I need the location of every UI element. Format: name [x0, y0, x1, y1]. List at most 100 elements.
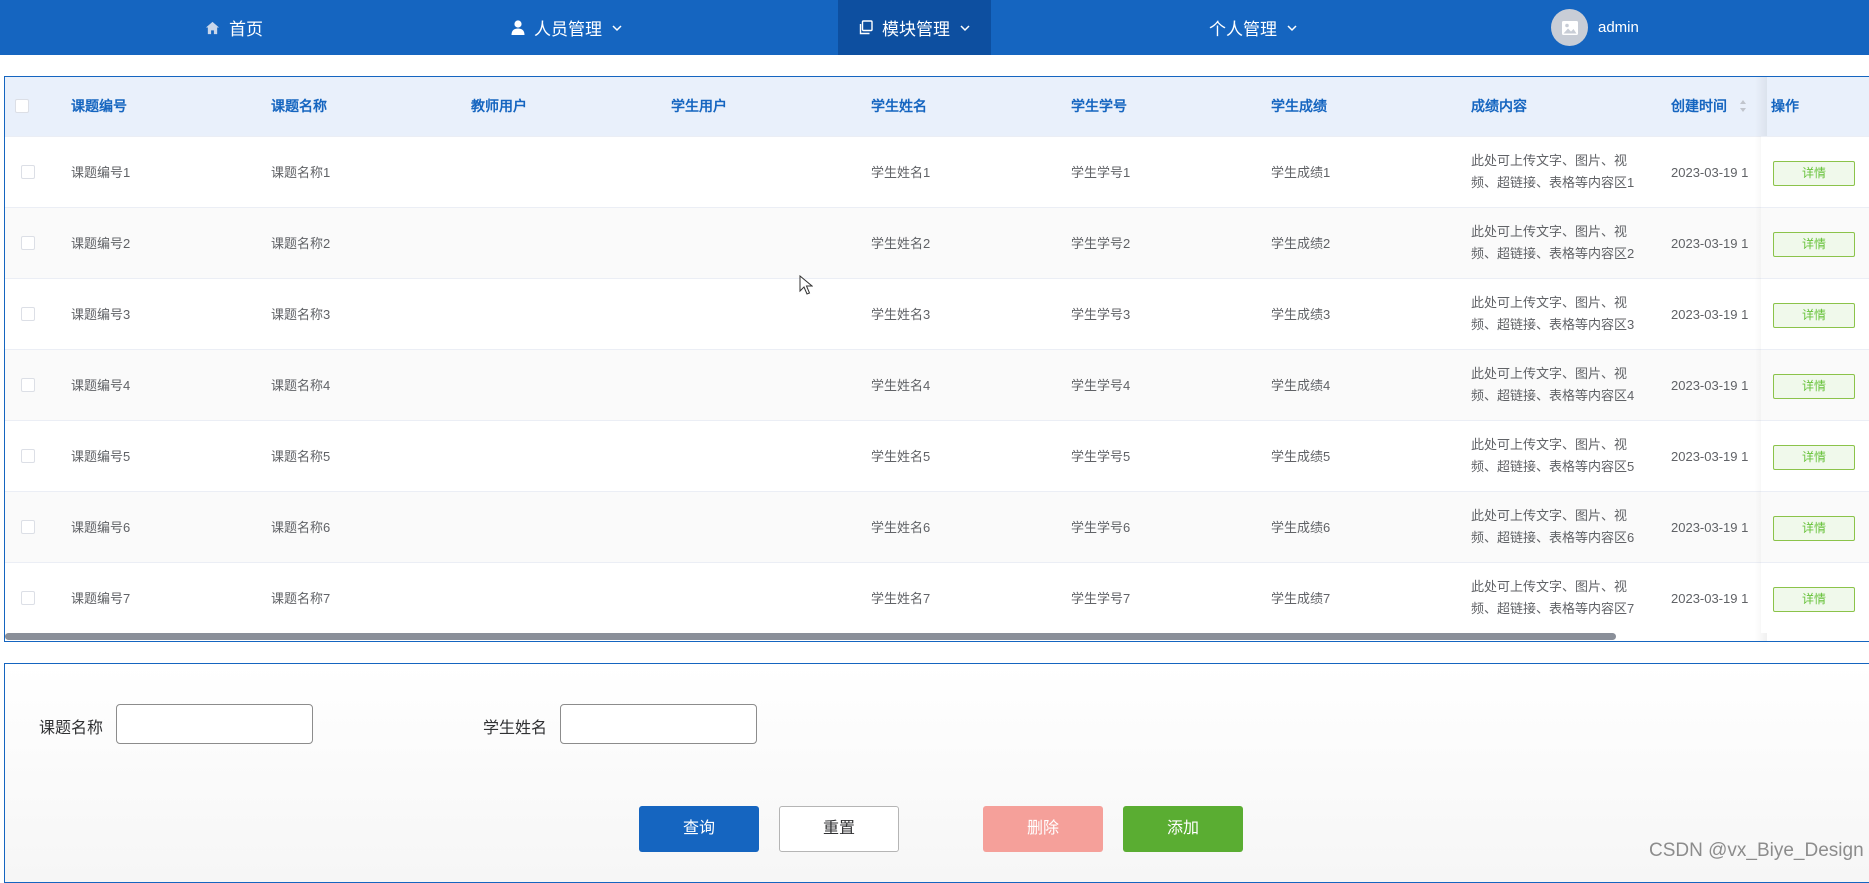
operation-cell: 详情	[1761, 562, 1869, 633]
nav-modules-label: 模块管理	[882, 20, 950, 39]
cell-student-name: 学生姓名6	[871, 520, 931, 535]
detail-button[interactable]: 详情	[1773, 232, 1855, 257]
cell-score: 学生成绩2	[1271, 236, 1331, 251]
watermark: CSDN @vx_Biye_Design	[1649, 840, 1864, 861]
cell-topic-code: 课题编号7	[71, 591, 131, 606]
cell-score: 学生成绩4	[1271, 378, 1331, 393]
cell-created-time: 2023-03-19 1	[1671, 307, 1749, 322]
table-row[interactable]: 课题编号6 课题名称6 学生姓名6 学生学号6 学生成绩6 此处可上传文字、图片、视频、超…	[5, 491, 1869, 562]
header-created-time[interactable]: 创建时间	[1671, 77, 1727, 136]
row-checkbox[interactable]	[21, 236, 35, 250]
cell-score: 学生成绩6	[1271, 520, 1331, 535]
horizontal-scrollbar[interactable]	[5, 633, 1616, 640]
cell-topic-name: 课题名称5	[271, 449, 331, 464]
cell-topic-name: 课题名称6	[271, 520, 331, 535]
nav-personal-label: 个人管理	[1209, 20, 1277, 39]
cell-content: 此处可上传文字、图片、视频、超链接、表格等内容区7	[1471, 579, 1635, 616]
cell-student-name: 学生姓名2	[871, 236, 931, 251]
row-checkbox[interactable]	[21, 520, 35, 534]
cell-student-no: 学生学号3	[1071, 307, 1131, 322]
table-row[interactable]: 课题编号3 课题名称3 学生姓名3 学生学号3 学生成绩3 此处可上传文字、图片、视频、超…	[5, 278, 1869, 349]
table-row[interactable]: 课题编号2 课题名称2 学生姓名2 学生学号2 学生成绩2 此处可上传文字、图片、视频、超…	[5, 207, 1869, 278]
select-all-checkbox[interactable]	[15, 99, 29, 113]
cell-topic-code: 课题编号1	[71, 165, 131, 180]
header-topic-name[interactable]: 课题名称	[271, 77, 327, 136]
image-icon	[1561, 20, 1578, 35]
table-row[interactable]: 课题编号7 课题名称7 学生姓名7 学生学号7 学生成绩7 此处可上传文字、图片、视频、超…	[5, 562, 1869, 633]
cell-topic-code: 课题编号3	[71, 307, 131, 322]
operation-cell: 详情	[1761, 420, 1869, 491]
header-operation: 操作	[1771, 77, 1869, 136]
mouse-cursor-icon	[799, 275, 813, 295]
cell-student-name: 学生姓名1	[871, 165, 931, 180]
add-button[interactable]: 添加	[1123, 806, 1243, 852]
cell-student-no: 学生学号7	[1071, 591, 1131, 606]
nav-modules[interactable]: 模块管理	[838, 0, 991, 55]
cell-student-no: 学生学号6	[1071, 520, 1131, 535]
avatar[interactable]	[1551, 9, 1588, 46]
cell-student-name: 学生姓名4	[871, 378, 931, 393]
search-panel: 课题名称 学生姓名 查询 重置 删除 添加	[4, 663, 1869, 883]
cell-created-time: 2023-03-19 1	[1671, 520, 1749, 535]
cell-score: 学生成绩3	[1271, 307, 1331, 322]
operation-cell: 详情	[1761, 349, 1869, 420]
table-row[interactable]: 课题编号1 课题名称1 学生姓名1 学生学号1 学生成绩1 此处可上传文字、图片、视频、超…	[5, 136, 1869, 207]
detail-button[interactable]: 详情	[1773, 374, 1855, 399]
user-icon	[511, 20, 525, 35]
nav-home-label: 首页	[229, 20, 263, 39]
cell-student-no: 学生学号2	[1071, 236, 1131, 251]
nav-people-label: 人员管理	[534, 20, 602, 39]
cell-topic-code: 课题编号2	[71, 236, 131, 251]
nav-home[interactable]: 首页	[205, 0, 275, 55]
row-checkbox[interactable]	[21, 591, 35, 605]
cell-content: 此处可上传文字、图片、视频、超链接、表格等内容区6	[1471, 508, 1635, 545]
cell-topic-name: 课题名称1	[271, 165, 331, 180]
header-topic-code[interactable]: 课题编号	[71, 77, 127, 136]
cell-created-time: 2023-03-19 1	[1671, 378, 1749, 393]
row-checkbox[interactable]	[21, 307, 35, 321]
query-button[interactable]: 查询	[639, 806, 759, 852]
nav-people[interactable]: 人员管理	[511, 0, 623, 55]
cell-student-no: 学生学号5	[1071, 449, 1131, 464]
cell-created-time: 2023-03-19 1	[1671, 236, 1749, 251]
topic-name-label: 课题名称	[39, 720, 104, 737]
sort-icon[interactable]	[1739, 99, 1747, 113]
chevron-down-icon	[960, 24, 970, 31]
cell-topic-code: 课题编号4	[71, 378, 131, 393]
table-row[interactable]: 课题编号4 课题名称4 学生姓名4 学生学号4 学生成绩4 此处可上传文字、图片、视频、超…	[5, 349, 1869, 420]
chevron-down-icon	[1287, 24, 1297, 31]
operation-cell: 详情	[1761, 136, 1869, 207]
detail-button[interactable]: 详情	[1773, 445, 1855, 470]
detail-button[interactable]: 详情	[1773, 303, 1855, 328]
student-name-label: 学生姓名	[483, 720, 548, 737]
cell-student-name: 学生姓名3	[871, 307, 931, 322]
row-checkbox[interactable]	[21, 449, 35, 463]
cell-created-time: 2023-03-19 1	[1671, 591, 1749, 606]
header-student-user[interactable]: 学生用户	[671, 77, 727, 136]
user-menu[interactable]: admin	[1551, 9, 1639, 46]
cell-created-time: 2023-03-19 1	[1671, 165, 1749, 180]
nav-personal[interactable]: 个人管理	[1209, 0, 1298, 55]
detail-button[interactable]: 详情	[1773, 516, 1855, 541]
header-teacher-user[interactable]: 教师用户	[471, 77, 527, 136]
detail-button[interactable]: 详情	[1773, 161, 1855, 186]
operation-cell: 详情	[1761, 207, 1869, 278]
cell-student-name: 学生姓名7	[871, 591, 931, 606]
row-checkbox[interactable]	[21, 165, 35, 179]
cell-topic-code: 课题编号5	[71, 449, 131, 464]
table-row[interactable]: 课题编号5 课题名称5 学生姓名5 学生学号5 学生成绩5 此处可上传文字、图片、视频、超…	[5, 420, 1869, 491]
header-student-no[interactable]: 学生学号	[1071, 77, 1127, 136]
header-student-name[interactable]: 学生姓名	[871, 77, 927, 136]
header-content[interactable]: 成绩内容	[1471, 77, 1527, 136]
delete-button[interactable]: 删除	[983, 806, 1103, 852]
cell-topic-name: 课题名称3	[271, 307, 331, 322]
header-score[interactable]: 学生成绩	[1271, 77, 1327, 136]
operation-cell: 详情	[1761, 491, 1869, 562]
detail-button[interactable]: 详情	[1773, 587, 1855, 612]
student-name-input[interactable]	[560, 704, 757, 744]
row-checkbox[interactable]	[21, 378, 35, 392]
top-navbar: 首页 人员管理 模块管理 个人管理 admin	[0, 0, 1869, 55]
reset-button[interactable]: 重置	[779, 806, 899, 852]
topic-name-input[interactable]	[116, 704, 313, 744]
operation-cell: 详情	[1761, 278, 1869, 349]
